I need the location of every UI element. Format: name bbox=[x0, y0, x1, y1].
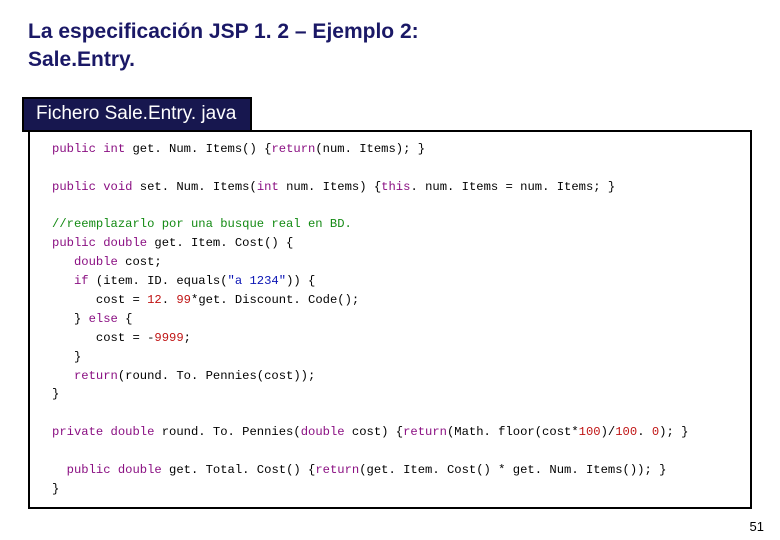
kw-double: double bbox=[301, 425, 345, 439]
slide-title: La especificación JSP 1. 2 – Ejemplo 2: … bbox=[28, 18, 752, 75]
code-string: "a 1234" bbox=[228, 274, 287, 288]
kw-double: double bbox=[52, 255, 118, 269]
code-text: round. To. Pennies( bbox=[154, 425, 300, 439]
code-text: cost) { bbox=[345, 425, 404, 439]
file-name-label: Fichero Sale.Entry. java bbox=[22, 97, 252, 132]
code-text: num. Items) { bbox=[279, 180, 381, 194]
code-text: )/ bbox=[601, 425, 616, 439]
kw-return: return bbox=[52, 369, 118, 383]
code-text: )) { bbox=[286, 274, 315, 288]
code-text: set. Num. Items( bbox=[132, 180, 256, 194]
code-number: 100 bbox=[615, 425, 637, 439]
code-text: (item. ID. equals( bbox=[89, 274, 228, 288]
code-text: } bbox=[52, 350, 81, 364]
kw-public: public bbox=[52, 142, 96, 156]
kw-void: void bbox=[96, 180, 133, 194]
kw-double: double bbox=[111, 463, 162, 477]
kw-return: return bbox=[271, 142, 315, 156]
code-number: 99 bbox=[176, 293, 191, 307]
code-text: cost = bbox=[52, 293, 147, 307]
code-block: public int get. Num. Items() {return(num… bbox=[28, 130, 752, 509]
kw-return: return bbox=[315, 463, 359, 477]
code-text: cost = - bbox=[52, 331, 154, 345]
code-text: *get. Discount. Code(); bbox=[191, 293, 359, 307]
code-text: } bbox=[52, 312, 89, 326]
code-number: 9999 bbox=[154, 331, 183, 345]
code-text: get. Total. Cost() { bbox=[162, 463, 316, 477]
kw-public: public bbox=[52, 180, 96, 194]
code-text: . bbox=[637, 425, 652, 439]
code-text: cost; bbox=[118, 255, 162, 269]
code-text: ; bbox=[184, 331, 191, 345]
code-text: (round. To. Pennies(cost)); bbox=[118, 369, 315, 383]
code-number: 100 bbox=[579, 425, 601, 439]
kw-this: this bbox=[381, 180, 410, 194]
code-text: . bbox=[162, 293, 177, 307]
kw-int: int bbox=[96, 142, 125, 156]
code-text: (get. Item. Cost() * get. Num. Items());… bbox=[359, 463, 666, 477]
code-comment: //reemplazarlo por una busque real en BD… bbox=[52, 217, 352, 231]
code-text: (num. Items); } bbox=[315, 142, 425, 156]
code-number: 12 bbox=[147, 293, 162, 307]
code-text: get. Num. Items() { bbox=[125, 142, 271, 156]
page-number: 51 bbox=[750, 519, 764, 534]
kw-int: int bbox=[257, 180, 279, 194]
code-text: (Math. floor(cost* bbox=[447, 425, 579, 439]
kw-if: if bbox=[52, 274, 89, 288]
kw-private: private bbox=[52, 425, 103, 439]
code-text: . num. Items = num. Items; } bbox=[410, 180, 615, 194]
code-text: } bbox=[52, 482, 59, 496]
code-text: { bbox=[118, 312, 133, 326]
code-text: } bbox=[52, 387, 59, 401]
kw-double: double bbox=[103, 425, 154, 439]
kw-return: return bbox=[403, 425, 447, 439]
kw-public: public bbox=[67, 463, 111, 477]
title-line-2: Sale.Entry. bbox=[28, 48, 135, 71]
kw-else: else bbox=[89, 312, 118, 326]
kw-public: public bbox=[52, 236, 96, 250]
code-text: get. Item. Cost() { bbox=[147, 236, 293, 250]
kw-double: double bbox=[96, 236, 147, 250]
title-line-1: La especificación JSP 1. 2 – Ejemplo 2: bbox=[28, 20, 419, 43]
code-text: ); } bbox=[659, 425, 688, 439]
